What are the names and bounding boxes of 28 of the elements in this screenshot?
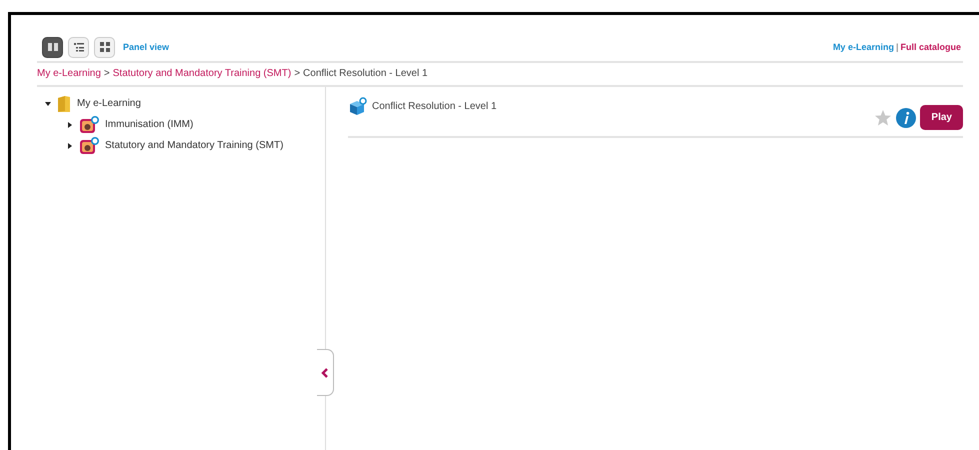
course-icon: [348, 97, 368, 115]
header-link[interactable]: My e-Learning: [832, 42, 894, 52]
expand-toggle-icon[interactable]: [45, 100, 51, 106]
info-icon[interactable]: [896, 108, 916, 128]
favourite-star-icon[interactable]: [874, 108, 892, 126]
collapse-panel-button[interactable]: [317, 349, 334, 396]
list-view-button[interactable]: [68, 36, 89, 58]
breadcrumb-current: Conflict Resolution - Level 1: [303, 68, 428, 79]
expand-toggle-icon[interactable]: [67, 122, 73, 128]
tree-item[interactable]: My e-Learning: [77, 98, 141, 109]
chevron-left-icon: [321, 368, 329, 378]
breadcrumb-link[interactable]: My e-Learning: [37, 68, 101, 79]
play-button[interactable]: Play: [920, 105, 963, 130]
header-link[interactable]: Full catalogue: [900, 42, 961, 52]
course-icon: [79, 136, 99, 154]
course-title: Conflict Resolution - Level 1: [372, 100, 497, 112]
breadcrumb-separator: >: [294, 68, 300, 79]
tree-item[interactable]: Immunisation (IMM): [105, 119, 194, 130]
link-separator: |: [896, 42, 898, 52]
tree-item[interactable]: Statutory and Mandatory Training (SMT): [105, 140, 284, 151]
breadcrumb-link[interactable]: Statutory and Mandatory Training (SMT): [112, 68, 292, 79]
course-icon: [79, 116, 99, 134]
breadcrumb-separator: >: [104, 68, 110, 79]
folder-icon: [57, 94, 71, 112]
panel-view-button[interactable]: [42, 36, 63, 58]
grid-view-button[interactable]: [94, 36, 115, 58]
view-mode-label: Panel view: [123, 42, 170, 52]
expand-toggle-icon[interactable]: [67, 142, 73, 148]
